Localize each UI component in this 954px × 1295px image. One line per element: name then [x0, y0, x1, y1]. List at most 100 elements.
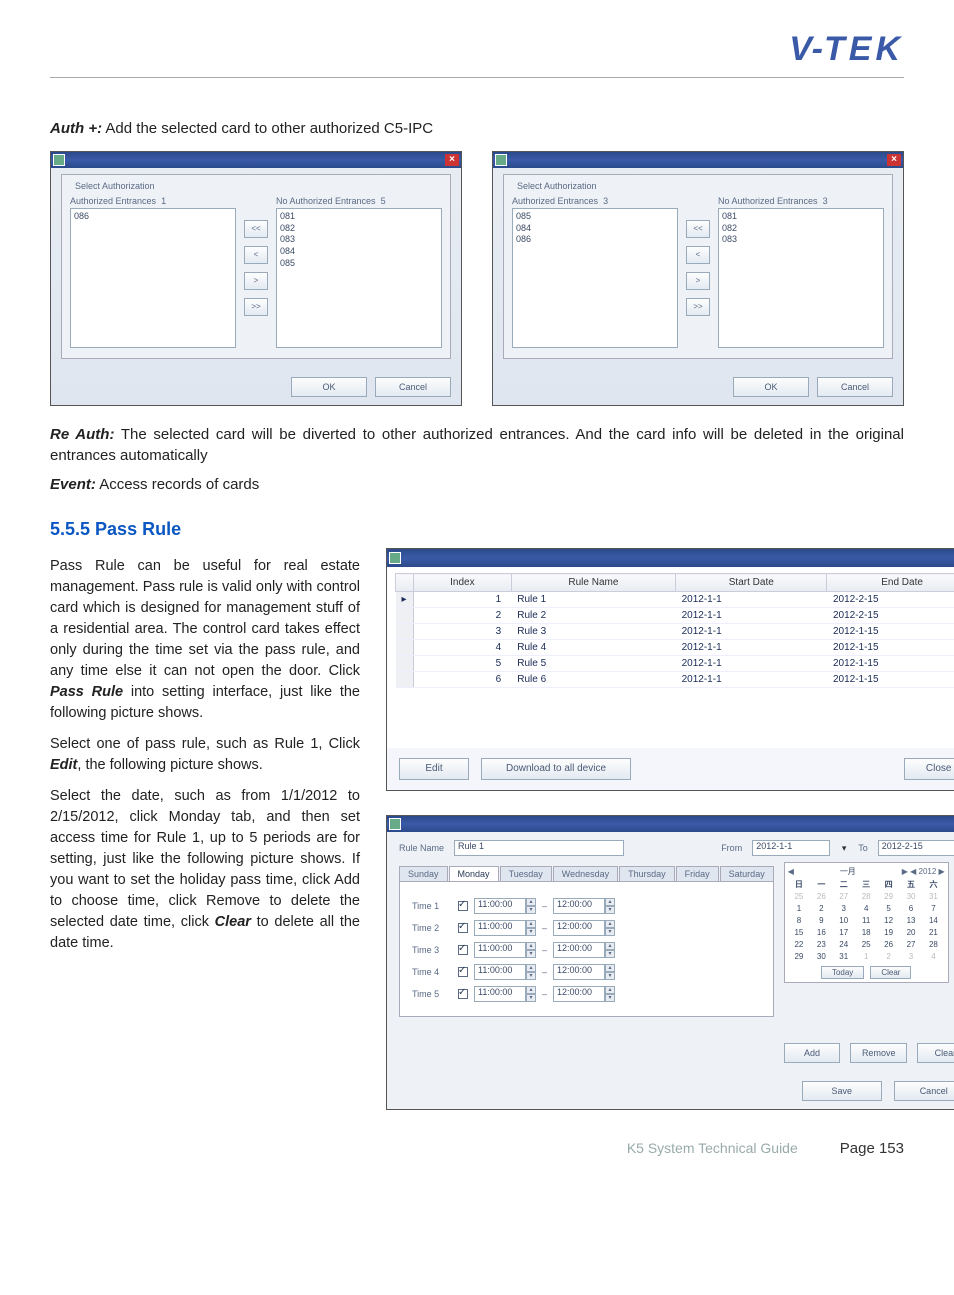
time-row: Time 5 11:00:00▴▾ – 12:00:00▴▾ [412, 986, 761, 1002]
time-panel: Time 1 11:00:00▴▾ – 12:00:00▴▾ Time 2 11… [399, 881, 774, 1017]
today-button[interactable]: Today [821, 966, 864, 979]
move-right-button[interactable]: > [686, 272, 710, 290]
section-heading-pass-rule: 5.5.5 Pass Rule [50, 519, 904, 540]
move-all-right-button[interactable]: >> [686, 298, 710, 316]
auth-dialog-2: × Select Authorization Authorized Entran… [492, 151, 904, 406]
time-row: Time 2 11:00:00▴▾ – 12:00:00▴▾ [412, 920, 761, 936]
left-listbox[interactable]: 085084086 [512, 208, 678, 348]
cal-clear-button[interactable]: Clear [870, 966, 911, 979]
rule-table[interactable]: IndexRule NameStart DateEnd Date▸1Rule 1… [395, 573, 954, 688]
dialog-titlebar: × [493, 152, 903, 168]
pass-rule-edit-dialog: × Rule Name Rule 1 From 2012-1-1 ▾ To 20… [386, 815, 954, 1110]
download-button[interactable]: Download to all device [481, 758, 631, 780]
table-row[interactable]: 6Rule 62012-1-12012-1-15 [396, 672, 954, 688]
table-row[interactable]: 2Rule 22012-1-12012-2-15 [396, 608, 954, 624]
close-button[interactable]: Close [904, 758, 954, 780]
time-checkbox[interactable] [458, 989, 468, 999]
app-icon [495, 154, 507, 166]
label-event: Event: [50, 476, 96, 493]
tab-sunday[interactable]: Sunday [399, 866, 448, 881]
cancel-button[interactable]: Cancel [894, 1081, 954, 1101]
to-date-input[interactable]: 2012-2-15 [878, 840, 954, 856]
dialog-titlebar: × [51, 152, 461, 168]
close-icon[interactable]: × [887, 154, 901, 166]
time-checkbox[interactable] [458, 901, 468, 911]
logo-dash: - [812, 30, 824, 68]
left-list-label: Authorized Entrances 1 [70, 196, 236, 206]
add-button[interactable]: Add [784, 1043, 841, 1063]
from-label: From [721, 843, 742, 853]
cancel-button[interactable]: Cancel [817, 377, 893, 397]
rule-name-input[interactable]: Rule 1 [454, 840, 624, 856]
edit-button[interactable]: Edit [399, 758, 469, 780]
ok-button[interactable]: OK [733, 377, 809, 397]
table-row[interactable]: ▸1Rule 12012-1-12012-2-15 [396, 592, 954, 608]
time-to-input[interactable]: 12:00:00▴▾ [553, 964, 615, 980]
remove-button[interactable]: Remove [850, 1043, 907, 1063]
move-left-button[interactable]: < [244, 246, 268, 264]
right-list-label: No Authorized Entrances 3 [718, 196, 884, 206]
close-icon[interactable]: × [445, 154, 459, 166]
tab-saturday[interactable]: Saturday [720, 866, 774, 881]
left-list-label: Authorized Entrances 3 [512, 196, 678, 206]
move-all-left-button[interactable]: << [686, 220, 710, 238]
next-month-icon[interactable]: ▶ ◀ 2012 ▶ [902, 867, 945, 876]
logo: V-TEK [50, 30, 904, 69]
app-icon [389, 818, 401, 830]
right-listbox[interactable]: 081082083 [718, 208, 884, 348]
time-checkbox[interactable] [458, 923, 468, 933]
calendar[interactable]: ◀ 一月 ▶ ◀ 2012 ▶ 日一二三四五六25262728293031123… [784, 862, 949, 983]
logo-tek: TEK [824, 30, 904, 68]
move-all-right-button[interactable]: >> [244, 298, 268, 316]
tab-monday[interactable]: Monday [449, 866, 499, 881]
move-right-button[interactable]: > [244, 272, 268, 290]
time-from-input[interactable]: 11:00:00▴▾ [474, 898, 536, 914]
para-event: Event: Access records of cards [50, 474, 904, 495]
time-row: Time 3 11:00:00▴▾ – 12:00:00▴▾ [412, 942, 761, 958]
time-from-input[interactable]: 11:00:00▴▾ [474, 942, 536, 958]
right-listbox[interactable]: 081082083084085 [276, 208, 442, 348]
logo-v: V [789, 30, 811, 68]
para-pass-3: Select the date, such as from 1/1/2012 t… [50, 786, 360, 954]
time-checkbox[interactable] [458, 945, 468, 955]
cancel-button[interactable]: Cancel [375, 377, 451, 397]
left-listbox[interactable]: 086 [70, 208, 236, 348]
move-left-button[interactable]: < [686, 246, 710, 264]
clear-button[interactable]: Clear [917, 1043, 954, 1063]
table-row[interactable]: 4Rule 42012-1-12012-1-15 [396, 640, 954, 656]
time-to-input[interactable]: 12:00:00▴▾ [553, 898, 615, 914]
tab-thursday[interactable]: Thursday [619, 866, 675, 881]
app-icon [53, 154, 65, 166]
move-all-left-button[interactable]: << [244, 220, 268, 238]
text-column: Pass Rule can be useful for real estate … [50, 548, 360, 964]
pass-rule-list-dialog: × IndexRule NameStart DateEnd Date▸1Rule… [386, 548, 954, 791]
time-to-input[interactable]: 12:00:00▴▾ [553, 986, 615, 1002]
dialog-titlebar: × [387, 549, 954, 567]
label-auth-plus: Auth +: [50, 120, 102, 137]
group-label: Select Authorization [72, 181, 158, 191]
day-tabs[interactable]: SundayMondayTuesdayWednesdayThursdayFrid… [399, 866, 774, 881]
time-to-input[interactable]: 12:00:00▴▾ [553, 920, 615, 936]
rule-name-label: Rule Name [399, 843, 444, 853]
tab-wednesday[interactable]: Wednesday [553, 866, 618, 881]
table-row[interactable]: 3Rule 32012-1-12012-1-15 [396, 624, 954, 640]
ok-button[interactable]: OK [291, 377, 367, 397]
time-to-input[interactable]: 12:00:00▴▾ [553, 942, 615, 958]
from-date-input[interactable]: 2012-1-1 [752, 840, 830, 856]
save-button[interactable]: Save [802, 1081, 882, 1101]
label-reauth: Re Auth: [50, 426, 114, 443]
auth-dialog-1: × Select Authorization Authorized Entran… [50, 151, 462, 406]
calendar-grid[interactable]: 日一二三四五六252627282930311234567891011121314… [788, 879, 945, 963]
time-from-input[interactable]: 11:00:00▴▾ [474, 964, 536, 980]
prev-month-icon[interactable]: ◀ [788, 867, 794, 876]
auth-dialogs-row: × Select Authorization Authorized Entran… [50, 151, 904, 406]
time-from-input[interactable]: 11:00:00▴▾ [474, 920, 536, 936]
time-checkbox[interactable] [458, 967, 468, 977]
page-footer: K5 System Technical Guide Page 153 [50, 1140, 904, 1157]
tab-tuesday[interactable]: Tuesday [500, 866, 552, 881]
tab-friday[interactable]: Friday [676, 866, 719, 881]
group-label: Select Authorization [514, 181, 600, 191]
time-from-input[interactable]: 11:00:00▴▾ [474, 986, 536, 1002]
table-row[interactable]: 5Rule 52012-1-12012-1-15 [396, 656, 954, 672]
time-row: Time 4 11:00:00▴▾ – 12:00:00▴▾ [412, 964, 761, 980]
